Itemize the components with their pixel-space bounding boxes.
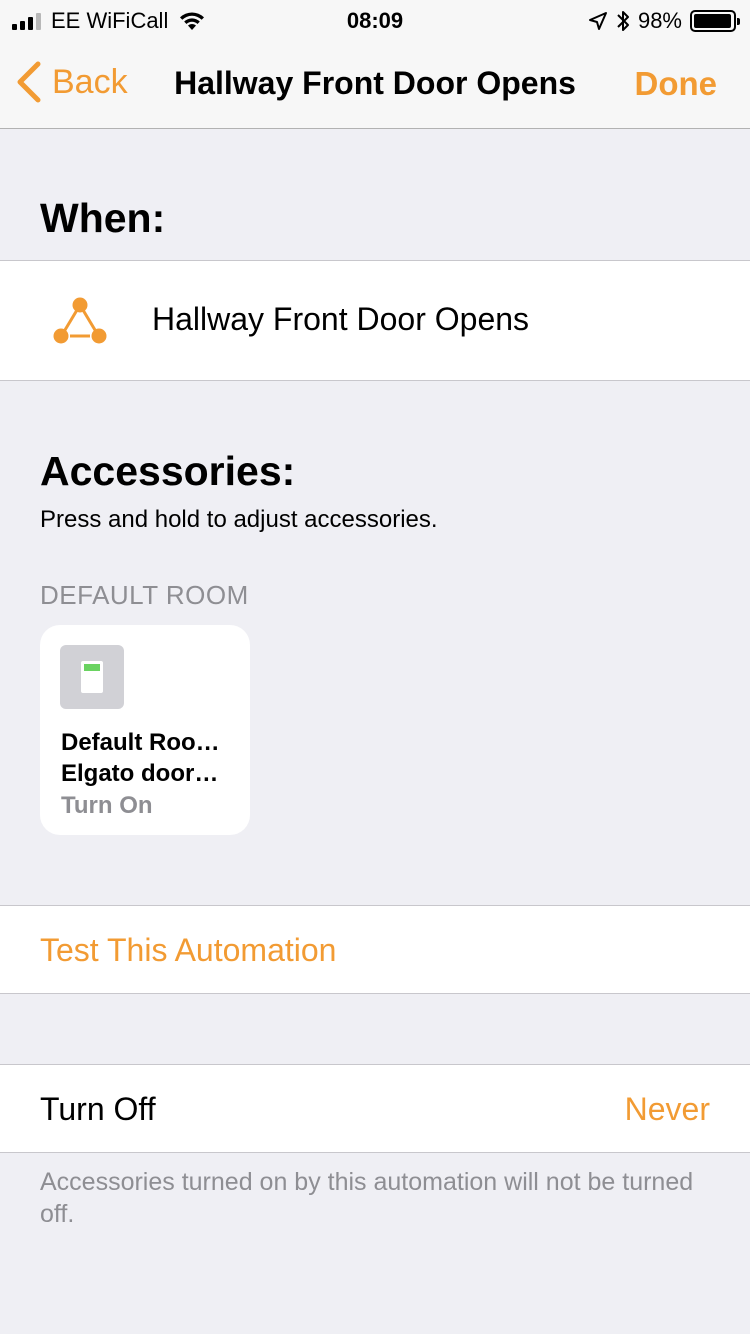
done-button[interactable]: Done xyxy=(635,65,718,103)
turn-off-row[interactable]: Turn Off Never xyxy=(0,1064,750,1153)
automation-screen: EE WiFiCall 08:09 98% Back Hallway Front… xyxy=(0,0,750,1334)
battery-icon xyxy=(690,10,740,32)
turn-off-footnote: Accessories turned on by this automation… xyxy=(40,1168,694,1228)
trigger-row[interactable]: Hallway Front Door Opens xyxy=(0,260,750,381)
location-arrow-icon xyxy=(588,12,607,30)
accessories-heading: Accessories: xyxy=(40,448,296,494)
back-button[interactable]: Back xyxy=(16,60,128,104)
bluetooth-icon xyxy=(617,11,629,31)
page-title: Hallway Front Door Opens xyxy=(174,65,576,101)
status-bar: EE WiFiCall 08:09 98% xyxy=(0,0,750,40)
automation-trigger-icon xyxy=(53,297,107,344)
room-header: DEFAULT ROOM xyxy=(40,580,249,610)
test-automation-label: Test This Automation xyxy=(40,932,337,968)
trigger-label: Hallway Front Door Opens xyxy=(152,301,530,337)
accessory-action: Turn On xyxy=(61,792,153,819)
when-heading: When: xyxy=(40,195,166,241)
switch-icon xyxy=(60,645,124,709)
accessories-hint: Press and hold to adjust accessories. xyxy=(40,506,438,533)
chevron-left-icon xyxy=(17,61,41,103)
test-automation-button[interactable]: Test This Automation xyxy=(0,905,750,994)
accessory-room-name: Default Roo… xyxy=(61,729,220,756)
turn-off-value: Never xyxy=(624,1091,710,1127)
back-label: Back xyxy=(52,62,128,101)
navigation-bar: Back Hallway Front Door Opens Done xyxy=(0,40,750,129)
accessory-name: Elgato door… xyxy=(61,760,219,787)
battery-percent: 98% xyxy=(637,8,682,33)
turn-off-label: Turn Off xyxy=(40,1091,156,1127)
accessory-tile[interactable]: Default Roo… Elgato door… Turn On xyxy=(40,625,250,835)
